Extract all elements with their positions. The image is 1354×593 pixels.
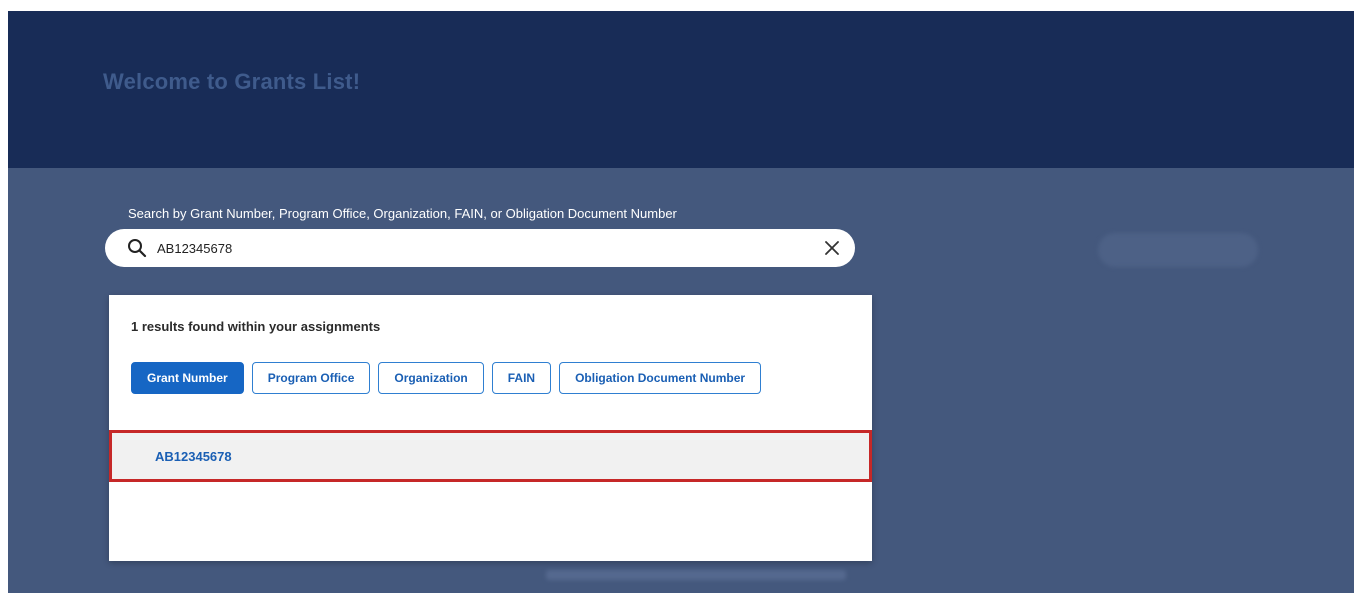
results-count: 1 results found within your assignments — [131, 319, 381, 334]
result-link-grant-number[interactable]: AB12345678 — [155, 449, 232, 464]
search-input[interactable] — [157, 235, 797, 261]
close-icon[interactable] — [823, 239, 841, 257]
page-title: Welcome to Grants List! — [103, 69, 361, 94]
app-window: Welcome to Grants List! Search by Grant … — [8, 11, 1354, 593]
search-box[interactable] — [105, 229, 855, 267]
search-icon — [128, 239, 147, 258]
page-header: Welcome to Grants List! — [8, 11, 1354, 168]
background-footer-text — [546, 570, 846, 580]
filter-tabs: Grant Number Program Office Organization… — [131, 362, 762, 394]
result-row[interactable]: AB12345678 — [109, 430, 872, 482]
tab-grant-number[interactable]: Grant Number — [131, 362, 244, 394]
tab-obligation-document-number[interactable]: Obligation Document Number — [559, 362, 762, 394]
background-button — [1098, 233, 1258, 267]
tab-organization[interactable]: Organization — [378, 362, 484, 394]
search-results-panel: 1 results found within your assignments … — [109, 295, 872, 561]
search-label: Search by Grant Number, Program Office, … — [128, 206, 677, 221]
tab-fain[interactable]: FAIN — [491, 362, 552, 394]
tab-program-office[interactable]: Program Office — [251, 362, 371, 394]
